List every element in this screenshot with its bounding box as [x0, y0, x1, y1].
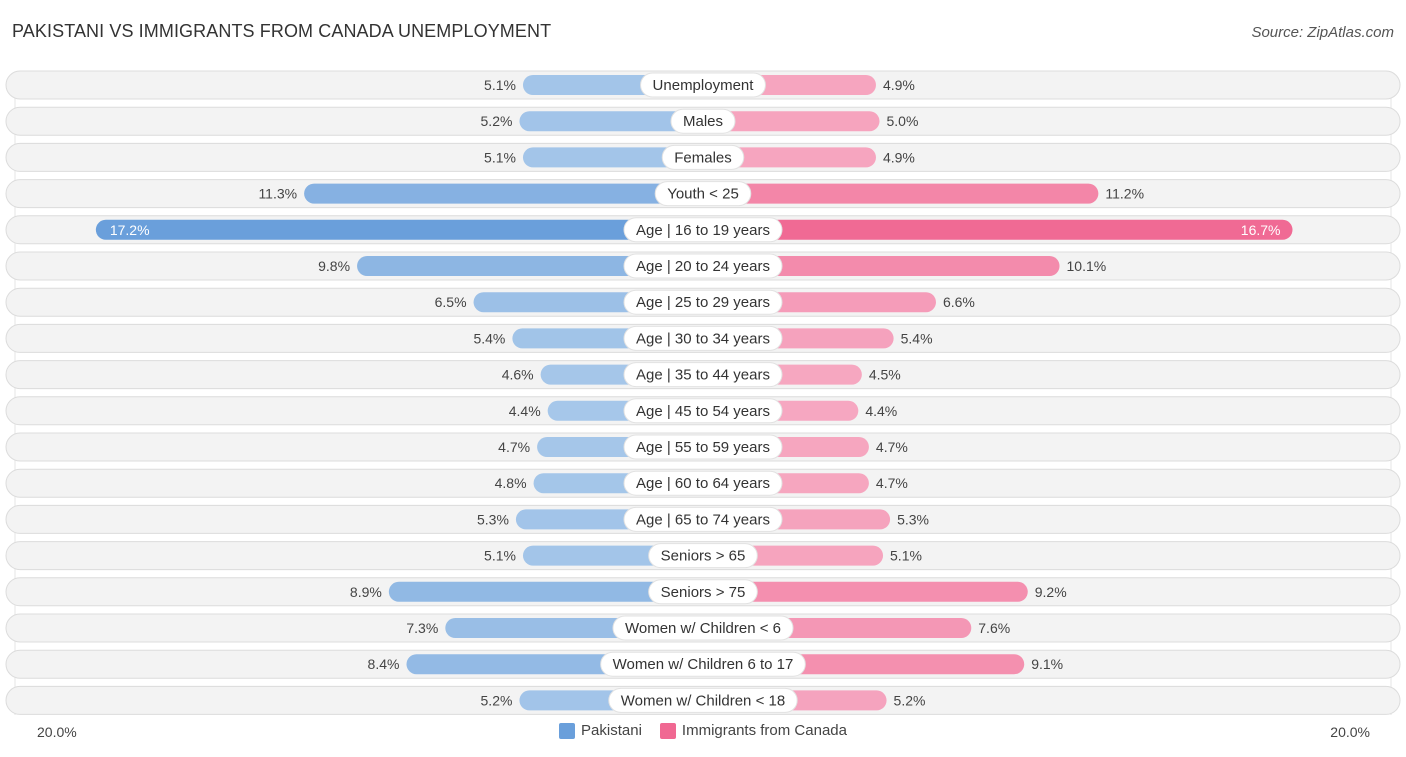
value-label-immigrants-from-canada: 5.0% [887, 113, 919, 129]
value-label-immigrants-from-canada: 4.9% [883, 77, 915, 93]
bar-immigrants-from-canada [703, 219, 1293, 240]
category-label: Age | 25 to 29 years [636, 294, 770, 311]
value-label-pakistani: 8.9% [350, 584, 382, 600]
value-label-pakistani: 5.1% [484, 149, 516, 165]
value-label-pakistani: 5.1% [484, 548, 516, 564]
legend-swatch-pakistani [559, 722, 576, 739]
value-label-pakistani: 5.3% [477, 511, 509, 527]
value-label-immigrants-from-canada: 4.7% [876, 439, 908, 455]
category-label: Age | 16 to 19 years [636, 222, 770, 239]
category-label: Unemployment [653, 77, 755, 94]
value-label-immigrants-from-canada: 4.4% [865, 403, 897, 419]
value-label-immigrants-from-canada: 5.4% [901, 330, 933, 346]
category-label: Age | 55 to 59 years [636, 439, 770, 456]
value-label-pakistani: 5.2% [481, 692, 513, 708]
category-label: Seniors > 75 [661, 584, 746, 601]
value-label-pakistani: 4.6% [502, 367, 534, 383]
category-label: Women w/ Children 6 to 17 [613, 656, 794, 673]
value-label-immigrants-from-canada: 5.2% [894, 692, 926, 708]
category-label: Youth < 25 [667, 186, 739, 203]
value-label-immigrants-from-canada: 5.1% [890, 548, 922, 564]
value-label-immigrants-from-canada: 11.2% [1105, 186, 1144, 202]
category-label: Age | 35 to 44 years [636, 367, 770, 384]
value-label-immigrants-from-canada: 4.7% [876, 475, 908, 491]
category-label: Age | 60 to 64 years [636, 475, 770, 492]
bar-immigrants-from-canada [703, 183, 1099, 204]
value-label-immigrants-from-canada: 5.3% [897, 511, 929, 527]
value-label-pakistani: 4.7% [498, 439, 530, 455]
legend-item-pakistani[interactable]: Pakistani [559, 722, 642, 739]
value-label-pakistani: 6.5% [435, 294, 467, 310]
legend: Pakistani Immigrants from Canada [0, 722, 1406, 739]
value-label-immigrants-from-canada: 9.1% [1031, 656, 1063, 672]
legend-swatch-immigrants-from-canada [659, 722, 676, 739]
value-label-immigrants-from-canada: 4.5% [869, 367, 901, 383]
chart-canvas: 5.1% 4.9% Unemployment 5.2% 5.0% Males 5.1% 4.9… [5, 70, 1401, 715]
value-label-immigrants-from-canada: 16.7% [1241, 222, 1281, 238]
value-label-pakistani: 17.2% [110, 222, 150, 238]
value-label-pakistani: 11.3% [258, 186, 297, 202]
legend-label-immigrants-from-canada: Immigrants from Canada [681, 722, 847, 739]
category-label: Women w/ Children < 18 [621, 692, 785, 709]
category-label: Age | 30 to 34 years [636, 330, 770, 347]
bar-pakistani [95, 219, 704, 240]
bar-pakistani [304, 183, 703, 204]
value-label-pakistani: 5.2% [481, 113, 513, 129]
value-label-pakistani: 4.4% [509, 403, 541, 419]
category-label: Age | 45 to 54 years [636, 403, 770, 420]
legend-item-immigrants-from-canada[interactable]: Immigrants from Canada [659, 722, 847, 739]
category-label: Seniors > 65 [661, 548, 746, 565]
value-label-pakistani: 9.8% [318, 258, 350, 274]
category-label: Women w/ Children < 6 [625, 620, 781, 637]
category-label: Males [683, 113, 723, 130]
value-label-pakistani: 5.4% [473, 330, 505, 346]
legend-label-pakistani: Pakistani [581, 722, 642, 739]
value-label-immigrants-from-canada: 4.9% [883, 149, 915, 165]
value-label-pakistani: 8.4% [368, 656, 400, 672]
value-label-pakistani: 5.1% [484, 77, 516, 93]
value-label-immigrants-from-canada: 9.2% [1035, 584, 1067, 600]
value-label-immigrants-from-canada: 7.6% [978, 620, 1010, 636]
value-label-pakistani: 7.3% [406, 620, 438, 636]
value-label-immigrants-from-canada: 10.1% [1067, 258, 1107, 274]
category-label: Age | 20 to 24 years [636, 258, 770, 275]
category-label: Age | 65 to 74 years [636, 511, 770, 528]
category-label: Females [674, 149, 732, 166]
value-label-pakistani: 4.8% [495, 475, 527, 491]
value-label-immigrants-from-canada: 6.6% [943, 294, 975, 310]
